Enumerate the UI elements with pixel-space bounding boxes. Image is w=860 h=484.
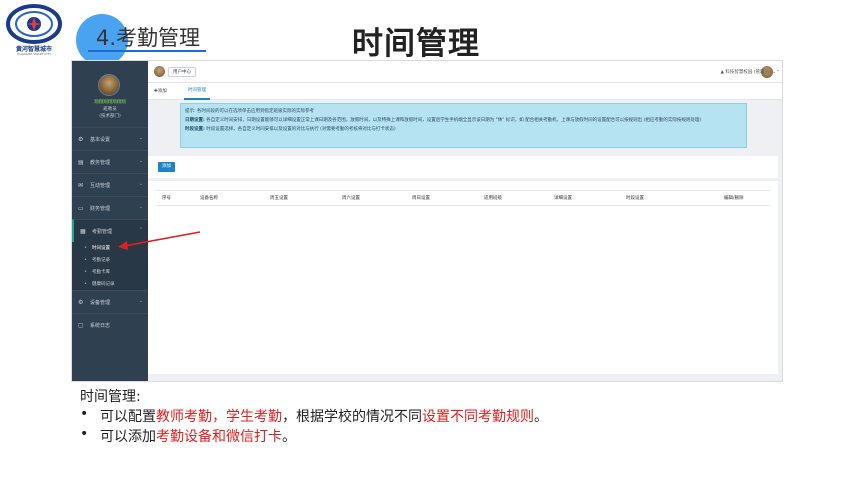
- sidebar-item-finance[interactable]: ▭ 财务管理 ⌄: [72, 196, 148, 219]
- cogs-icon: ⚙: [78, 298, 84, 306]
- add-button[interactable]: 添加: [158, 162, 175, 172]
- note-highlight: 教师考勤，学生考勤: [156, 409, 282, 425]
- tip-line: 日期设置: 各自定义时间安排，日期设置能够可以详细设置正常上课日期及各范围，放假…: [185, 116, 742, 125]
- note-text: 可以配置: [100, 409, 156, 425]
- chevron-down-icon: ⌄: [138, 204, 143, 210]
- notes: 时间管理: 可以配置教师考勤，学生考勤，根据学校的情况不同设置不同考勤规则。 可…: [80, 386, 800, 446]
- sidebar-item-label: 互动管理: [90, 182, 111, 189]
- book-icon: ▤: [78, 158, 84, 166]
- add-tab-button[interactable]: ✚添加: [154, 88, 167, 94]
- sidebar-item-label: 考勤管理: [92, 228, 113, 235]
- sidebar-item-academic[interactable]: ▤ 教务管理 ⌄: [72, 150, 148, 173]
- calendar-icon: ▦: [80, 227, 86, 235]
- chevron-down-icon: ⌄: [138, 298, 143, 304]
- column-header-classes[interactable]: 适用班级: [484, 195, 554, 201]
- column-header-periods[interactable]: 时段设置: [626, 195, 724, 201]
- chat-icon: ✉: [78, 181, 84, 189]
- note-bullet: 可以添加考勤设备和微信打卡。: [80, 426, 800, 446]
- bullet-icon: •: [84, 269, 87, 275]
- tab-time-management[interactable]: 时间管理: [184, 83, 210, 100]
- submenu-item-label: 考勤卡库: [91, 270, 110, 275]
- column-header-index[interactable]: 序号: [162, 195, 200, 201]
- chevron-up-icon: ⌃: [138, 227, 143, 233]
- sidebar-menu: ⚙ 基本设置 ⌄ ▤ 教务管理 ⌄ ✉ 互动管理 ⌄ ▭ 财务管理 ⌄ ▦ 考勤: [72, 127, 148, 336]
- column-header-details[interactable]: 详细设置: [554, 195, 626, 201]
- tip-panel: 提示: 各时间段的可以在选项单击应用到指定班级实际的实际参考 日期设置: 各自定…: [180, 103, 747, 148]
- column-header-actions[interactable]: 编辑/删除: [724, 195, 768, 201]
- section-title: 4.考勤管理: [96, 26, 201, 50]
- sidebar-item-attendance[interactable]: ▦ 考勤管理 ⌃: [72, 219, 148, 242]
- note-text: 。: [534, 409, 548, 425]
- submenu-item-label: 时间设置: [91, 246, 110, 251]
- tip-line: 时段设置: 时段设置选择，各自定义时间安排以及设置的对比与执行 (对需要考勤的考…: [185, 125, 742, 134]
- chevron-down-icon: ⌄: [138, 181, 143, 187]
- sidebar-item-system-log[interactable]: ▢ 系统日志: [72, 313, 148, 336]
- column-header-sunday[interactable]: 周日设置: [412, 195, 484, 201]
- note-text: 可以添加: [100, 429, 156, 445]
- user-dept: (技术部门): [99, 114, 121, 119]
- sidebar-item-devices[interactable]: ⚙ 设备管理 ⌄: [72, 290, 148, 313]
- sidebar: 翔翔翔翔翔翔翔 班教员 (技术部门) ⚙ 基本设置 ⌄ ▤ 教务管理 ⌄ ✉ 互…: [72, 61, 148, 381]
- user-menu[interactable]: ▲ 科技智慧校园 (管理员) ⌄: [720, 69, 776, 75]
- page-title: 时间管理: [352, 26, 480, 62]
- submenu-item-attendance-records[interactable]: • 考勤记录: [72, 254, 148, 266]
- note-bullet: 可以配置教师考勤，学生考勤，根据学校的情况不同设置不同考勤规则。: [80, 406, 800, 426]
- sidebar-item-label: 设备管理: [90, 299, 111, 306]
- column-header-name[interactable]: 设备名称: [200, 195, 270, 201]
- log-icon: ▢: [78, 321, 84, 329]
- note-text: 。: [282, 429, 296, 445]
- sidebar-item-label: 系统日志: [90, 322, 111, 329]
- column-header-saturday[interactable]: 周六设置: [342, 195, 412, 201]
- chevron-down-icon: ⌄: [138, 158, 143, 164]
- note-highlight: 考勤设备和微信打卡: [156, 429, 282, 445]
- app-screenshot: 翔翔翔翔翔翔翔 班教员 (技术部门) ⚙ 基本设置 ⌄ ▤ 教务管理 ⌄ ✉ 互…: [71, 60, 783, 382]
- tip-line: 提示: 各时间段的可以在选项单击应用到指定班级实际的实际参考: [185, 109, 314, 114]
- tip-label: 时段设置:: [185, 127, 205, 132]
- submenu-item-label: 健康码记录: [91, 282, 115, 287]
- sidebar-item-label: 基本设置: [90, 136, 111, 143]
- breadcrumb[interactable]: 用户中心: [168, 67, 196, 77]
- toolbar: 添加: [148, 156, 778, 178]
- user-name: 翔翔翔翔翔翔翔: [94, 100, 126, 105]
- tip-label: 日期设置:: [185, 118, 205, 123]
- submenu-item-card-library[interactable]: • 考勤卡库: [72, 266, 148, 278]
- logo-subtext: HUANGHE SMART CITY: [16, 52, 52, 56]
- submenu-item-label: 考勤记录: [91, 258, 110, 263]
- sidebar-item-label: 财务管理: [90, 205, 111, 212]
- bullet-icon: •: [84, 245, 87, 251]
- gear-icon: ⚙: [78, 135, 84, 143]
- note-text: ，根据学校的情况不同: [282, 409, 422, 425]
- tab-bar: ✚添加 时间管理: [148, 83, 782, 100]
- sidebar-item-basic-settings[interactable]: ⚙ 基本设置 ⌄: [72, 127, 148, 150]
- tip-text: 时段设置选择，各自定义时间安排以及设置的对比与执行 (对需要考勤的考核将对比与打…: [204, 127, 396, 132]
- user-role: 班教员: [103, 107, 117, 112]
- bullet-icon: •: [84, 257, 87, 263]
- sidebar-item-label: 教务管理: [90, 159, 111, 166]
- chevron-down-icon[interactable]: ⌄: [776, 68, 780, 73]
- topbar: 用户中心 ⌄ ▲ 科技智慧校园 (管理员) ⌄: [148, 61, 782, 83]
- column-header-friday[interactable]: 周五设置: [270, 195, 342, 201]
- table-container: 序号 设备名称 周五设置 周六设置 周日设置 适用班级 详细设置 时段设置 编辑…: [148, 181, 778, 374]
- schedule-table: 序号 设备名称 周五设置 周六设置 周日设置 适用班级 详细设置 时段设置 编辑…: [156, 190, 770, 206]
- tip-text: 各自定义时间安排，日期设置能够可以详细设置正常上课日期及各范围，放假时间，以及特…: [204, 118, 702, 123]
- submenu-item-health-code[interactable]: • 健康码记录: [72, 278, 148, 290]
- avatar[interactable]: [154, 66, 165, 77]
- avatar[interactable]: [98, 74, 120, 96]
- card-icon: ▭: [78, 204, 84, 212]
- note-highlight: 设置不同考勤规则: [422, 409, 534, 425]
- submenu-item-time-settings[interactable]: • 时间设置: [72, 242, 148, 254]
- sidebar-item-interaction[interactable]: ✉ 互动管理 ⌄: [72, 173, 148, 196]
- table-header: 序号 设备名称 周五设置 周六设置 周日设置 适用班级 详细设置 时段设置 编辑…: [156, 191, 770, 205]
- chevron-down-icon: ⌄: [138, 135, 143, 141]
- notes-title: 时间管理:: [80, 389, 141, 405]
- bullet-icon: •: [84, 281, 87, 287]
- section-underline: [88, 50, 206, 52]
- attendance-submenu: • 时间设置 • 考勤记录 • 考勤卡库 • 健康码记录: [72, 242, 148, 290]
